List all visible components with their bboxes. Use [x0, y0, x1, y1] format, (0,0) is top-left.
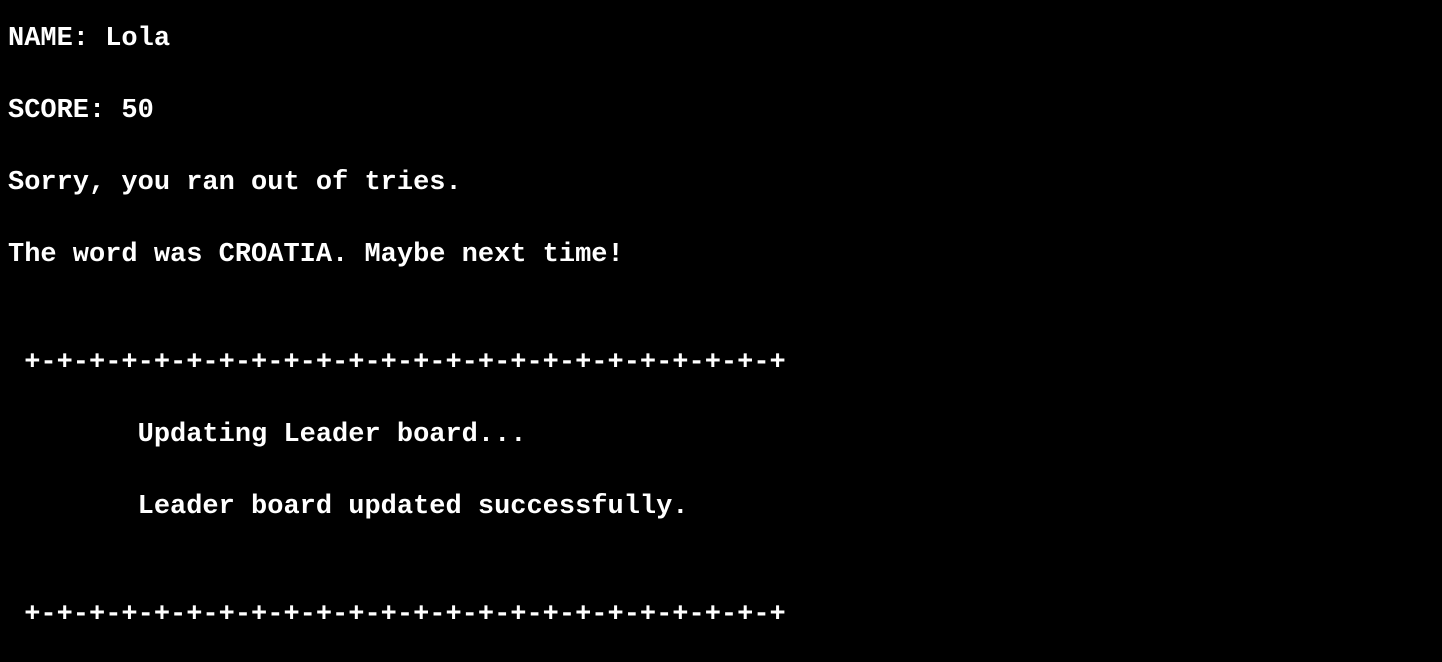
divider-bottom: +-+-+-+-+-+-+-+-+-+-+-+-+-+-+-+-+-+-+-+-…: [8, 600, 786, 630]
player-name-line: NAME: Lola: [8, 24, 171, 54]
terminal-window[interactable]: NAME: Lola SCORE: 50 Sorry, you ran out …: [0, 0, 1442, 662]
score-line: SCORE: 50: [8, 96, 154, 126]
updating-leaderboard-status: Updating Leader board...: [8, 420, 527, 450]
leaderboard-updated-status: Leader board updated successfully.: [8, 492, 689, 522]
out-of-tries-message: Sorry, you ran out of tries.: [8, 168, 462, 198]
answer-reveal-message: The word was CROATIA. Maybe next time!: [8, 240, 624, 270]
divider-top: +-+-+-+-+-+-+-+-+-+-+-+-+-+-+-+-+-+-+-+-…: [8, 348, 786, 378]
